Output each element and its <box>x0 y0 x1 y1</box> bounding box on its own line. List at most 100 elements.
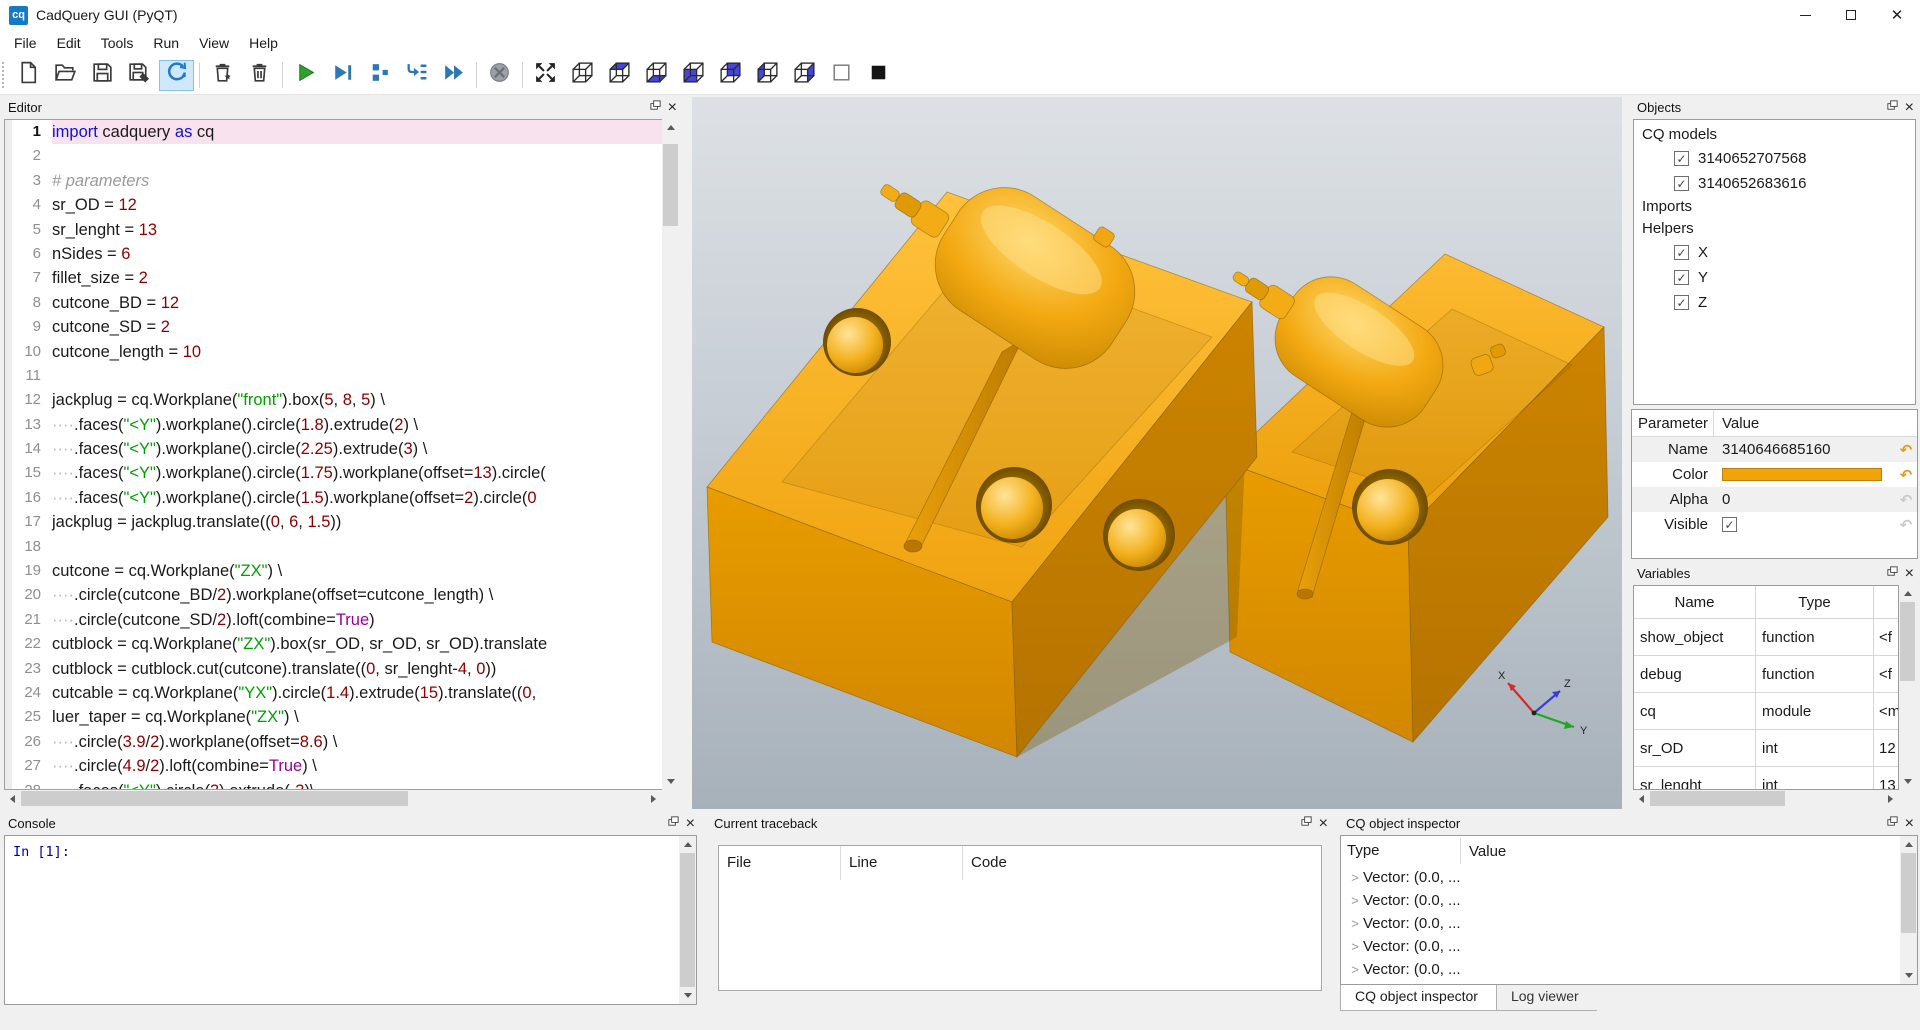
editor-float-icon[interactable] <box>649 99 662 115</box>
code-line[interactable]: # parameters <box>52 169 662 193</box>
variable-row[interactable]: debugfunction<f <box>1634 656 1898 693</box>
inspector-row[interactable]: >Vector: (0.0, ... <box>1341 889 1917 912</box>
checkbox-icon[interactable]: ✓ <box>1674 295 1689 310</box>
code-line[interactable]: cutcone_length = 10 <box>52 340 662 364</box>
code-line[interactable]: ····.circle(4.9/2).loft(combine=True) \ <box>52 754 662 778</box>
objects-tree-item[interactable]: ✓X <box>1636 240 1915 265</box>
objects-group-label[interactable]: Imports <box>1636 196 1915 218</box>
console-close-icon[interactable]: × <box>686 817 695 830</box>
3d-viewport[interactable]: X Z Y <box>692 97 1622 809</box>
color-swatch[interactable] <box>1722 468 1882 481</box>
checkbox-icon[interactable]: ✓ <box>1674 151 1689 166</box>
code-line[interactable]: cutcone_BD = 12 <box>52 291 662 315</box>
menu-run[interactable]: Run <box>143 30 189 56</box>
scroll-right-icon[interactable] <box>1882 790 1899 807</box>
variables-horizontal-scrollbar[interactable] <box>1633 790 1899 807</box>
view-right-button[interactable] <box>787 60 822 91</box>
code-line[interactable]: ····.faces("<Y").workplane().circle(2.25… <box>52 437 662 461</box>
objects-tree-item[interactable]: ✓Y <box>1636 265 1915 290</box>
inspector-row[interactable]: >Vector: (0.0, ... <box>1341 866 1917 889</box>
view-left-button[interactable] <box>750 60 785 91</box>
view-top-button[interactable] <box>602 60 637 91</box>
view-front-button[interactable] <box>676 60 711 91</box>
code-line[interactable]: ····.circle(3.9/2).workplane(offset=8.6)… <box>52 730 662 754</box>
scroll-up-icon[interactable] <box>1900 836 1917 853</box>
scroll-down-icon[interactable] <box>662 773 679 790</box>
code-line[interactable]: ····.faces("<Y").workplane().circle(1.8)… <box>52 413 662 437</box>
close-button[interactable]: ✕ <box>1874 0 1920 30</box>
code-line[interactable]: import cadquery as cq <box>52 120 662 144</box>
code-line[interactable]: luer_taper = cq.Workplane("ZX") \ <box>52 705 662 729</box>
reload-button[interactable] <box>159 60 194 91</box>
shaded-view-button[interactable] <box>861 60 896 91</box>
code-line[interactable]: nSides = 6 <box>52 242 662 266</box>
objects-float-icon[interactable] <box>1886 99 1899 115</box>
code-line[interactable]: ····.circle(cutcone_SD/2).loft(combine=T… <box>52 608 662 632</box>
undo-icon[interactable]: ↶ <box>1895 441 1917 459</box>
code-line[interactable]: jackplug = jackplug.translate((0, 6, 1.5… <box>52 510 662 534</box>
console-float-icon[interactable] <box>667 815 680 831</box>
toolbar-handle[interactable] <box>2 62 10 88</box>
save-as-button[interactable] <box>122 60 157 91</box>
code-line[interactable]: cutblock = cq.Workplane("ZX").box(sr_OD,… <box>52 632 662 656</box>
inspector-close-icon[interactable]: × <box>1905 817 1914 830</box>
scroll-right-icon[interactable] <box>645 790 662 807</box>
render-button[interactable] <box>205 60 240 91</box>
fit-view-button[interactable] <box>528 60 563 91</box>
objects-group-label[interactable]: Helpers <box>1636 218 1915 240</box>
expand-chevron-icon[interactable]: > <box>1347 893 1363 908</box>
objects-close-icon[interactable]: × <box>1905 101 1914 114</box>
scroll-down-icon[interactable] <box>679 987 696 1004</box>
parameter-value[interactable]: ✓ <box>1708 517 1895 532</box>
open-file-button[interactable] <box>48 60 83 91</box>
undo-icon[interactable]: ↶ <box>1895 466 1917 484</box>
parameter-value[interactable] <box>1708 468 1895 481</box>
menu-help[interactable]: Help <box>239 30 288 56</box>
menu-view[interactable]: View <box>189 30 239 56</box>
code-line[interactable]: ····.circle(cutcone_BD/2).workplane(offs… <box>52 583 662 607</box>
tab-log-viewer[interactable]: Log viewer <box>1497 985 1597 1011</box>
step-in-button[interactable] <box>399 60 434 91</box>
scroll-down-icon[interactable] <box>1900 967 1917 984</box>
code-line[interactable]: cutcone = cq.Workplane("ZX") \ <box>52 559 662 583</box>
code-line[interactable] <box>52 364 662 388</box>
minimize-button[interactable] <box>1782 0 1828 30</box>
menu-file[interactable]: File <box>4 30 47 56</box>
inspector-row[interactable]: >Vector: (0.0, ... <box>1341 935 1917 958</box>
code-line[interactable]: ····.faces("<Y").workplane().circle(1.5)… <box>52 486 662 510</box>
inspector-vertical-scrollbar[interactable] <box>1900 836 1917 984</box>
scroll-left-icon[interactable] <box>4 790 21 807</box>
expand-chevron-icon[interactable]: > <box>1347 870 1363 885</box>
step-button[interactable] <box>362 60 397 91</box>
view-iso-button[interactable] <box>565 60 600 91</box>
editor-vertical-scrollbar[interactable] <box>662 119 679 790</box>
variables-float-icon[interactable] <box>1886 565 1899 581</box>
scroll-left-icon[interactable] <box>1633 790 1650 807</box>
continue-button[interactable] <box>436 60 471 91</box>
checkbox-icon[interactable]: ✓ <box>1674 176 1689 191</box>
objects-tree-item[interactable]: ✓3140652707568 <box>1636 146 1915 171</box>
scroll-up-icon[interactable] <box>662 119 679 136</box>
checkbox-icon[interactable]: ✓ <box>1722 517 1737 532</box>
code-line[interactable]: ····.faces("<Y").workplane().circle(1.75… <box>52 461 662 485</box>
code-line[interactable]: fillet_size = 2 <box>52 266 662 290</box>
variable-row[interactable]: sr_lenghtint13 <box>1634 767 1898 790</box>
debug-button[interactable] <box>325 60 360 91</box>
scroll-up-icon[interactable] <box>679 836 696 853</box>
code-line[interactable]: sr_lenght = 13 <box>52 218 662 242</box>
view-back-button[interactable] <box>713 60 748 91</box>
objects-tree-item[interactable]: ✓3140652683616 <box>1636 171 1915 196</box>
checkbox-icon[interactable]: ✓ <box>1674 245 1689 260</box>
run-button[interactable] <box>288 60 323 91</box>
code-line[interactable]: ····.faces("<Y").circle(3).extrude(-3)\ <box>52 779 662 789</box>
save-button[interactable] <box>85 60 120 91</box>
code-line[interactable]: sr_OD = 12 <box>52 193 662 217</box>
variables-vertical-scrollbar[interactable] <box>1899 585 1916 790</box>
editor-horizontal-scrollbar[interactable] <box>4 790 662 807</box>
code-line[interactable] <box>52 144 662 168</box>
inspector-row[interactable]: >Vector: (0.0, ... <box>1341 958 1917 981</box>
wireframe-view-button[interactable] <box>824 60 859 91</box>
inspector-row[interactable]: >Vector: (0.0, ... <box>1341 912 1917 935</box>
view-bottom-button[interactable] <box>639 60 674 91</box>
traceback-close-icon[interactable]: × <box>1319 817 1328 830</box>
